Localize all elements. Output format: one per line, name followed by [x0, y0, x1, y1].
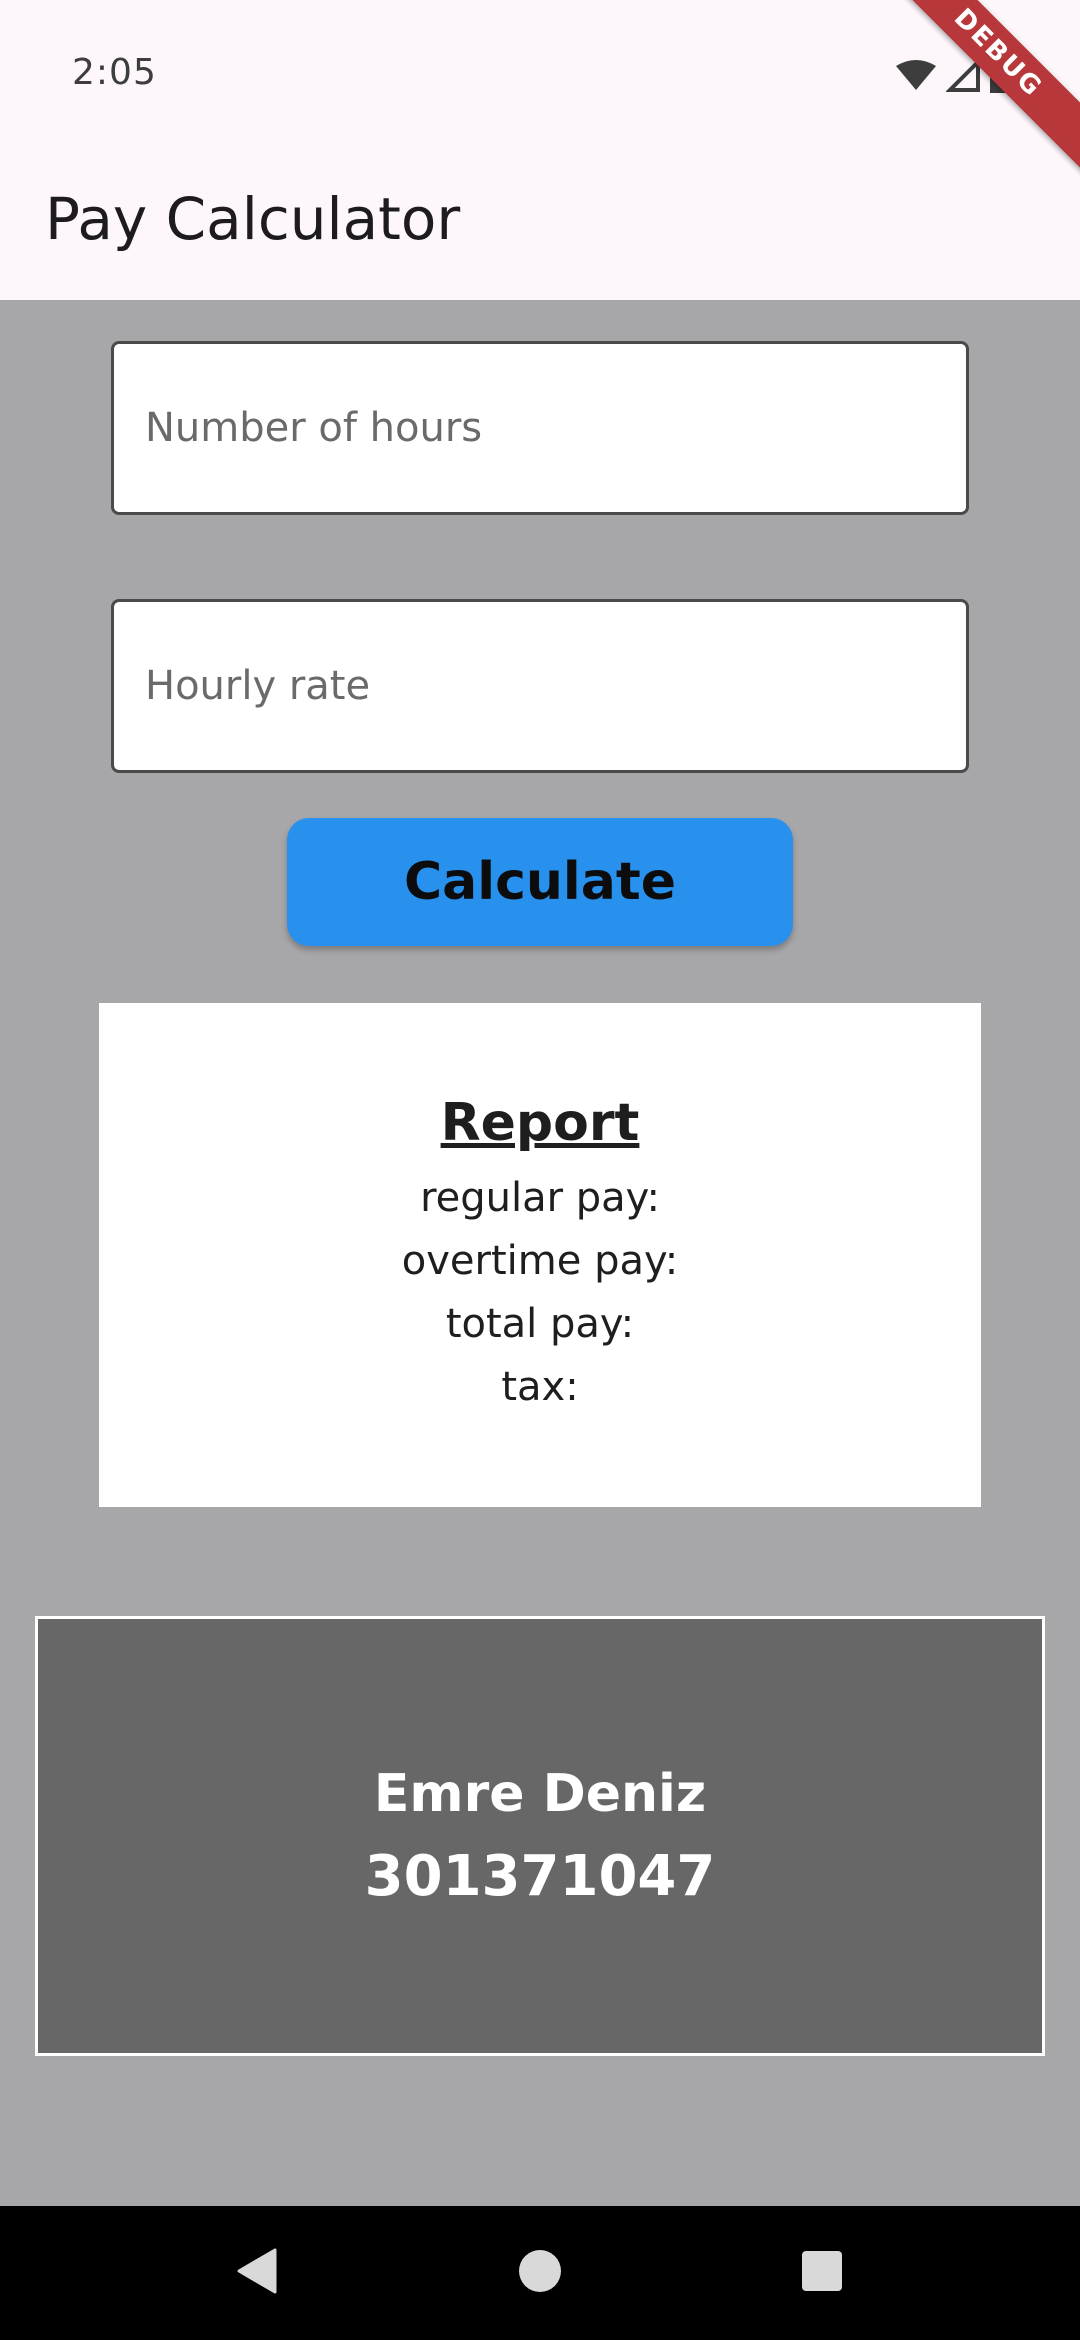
hours-input[interactable] — [111, 341, 969, 515]
recents-icon — [801, 2250, 843, 2296]
report-title: Report — [440, 1093, 640, 1153]
student-info-card: Emre Deniz 301371047 — [35, 1616, 1045, 2056]
wifi-icon — [896, 60, 936, 92]
hourly-rate-input[interactable] — [111, 599, 969, 773]
home-icon — [518, 2249, 562, 2297]
status-bar: 2:05 — [0, 0, 1080, 150]
tax-label: tax: — [501, 1364, 579, 1410]
signal-icon — [946, 60, 980, 92]
system-nav-bar — [0, 2206, 1080, 2340]
screen: 2:05 DEBUG Pay Calculator Number of hour… — [0, 0, 1080, 2340]
back-icon — [237, 2248, 277, 2298]
app-bar: Pay Calculator — [0, 150, 1080, 300]
status-time: 2:05 — [72, 52, 157, 93]
regular-pay-label: regular pay: — [420, 1175, 660, 1221]
page-title: Pay Calculator — [45, 185, 461, 253]
student-name: Emre Deniz — [373, 1764, 707, 1824]
total-pay-label: total pay: — [445, 1301, 635, 1347]
report-card: Report regular pay: overtime pay: total … — [99, 1003, 981, 1507]
back-button[interactable] — [197, 2206, 317, 2340]
overtime-pay-label: overtime pay: — [401, 1238, 679, 1284]
calculate-button[interactable]: Calculate — [287, 818, 793, 946]
home-button[interactable] — [480, 2206, 600, 2340]
recents-button[interactable] — [762, 2206, 882, 2340]
student-id: 301371047 — [364, 1844, 716, 1909]
